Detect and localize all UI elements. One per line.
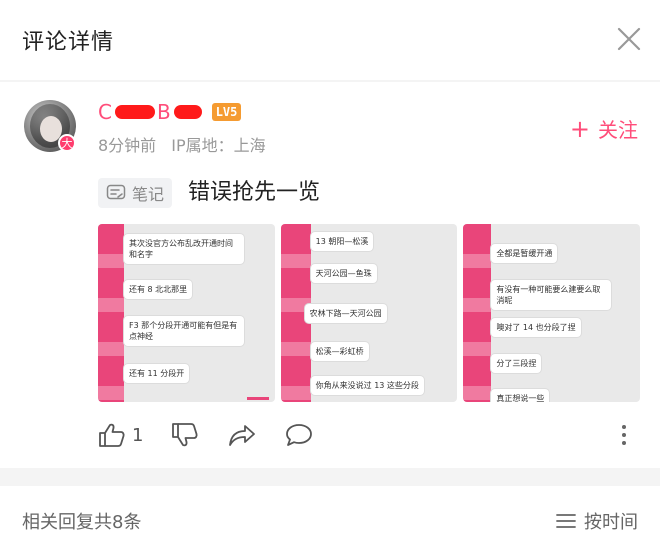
chat-bubble: 天河公园—鱼珠	[310, 264, 377, 283]
reply-footer: 相关回复共8条 按时间	[0, 486, 660, 555]
chat-bubble: F3 那个分段开通可能有但是有点神经	[124, 316, 244, 346]
chat-bubble: 有没有一种可能要么建要么取消呢	[491, 280, 612, 310]
chat-bubble: 农林下路—天河公园	[304, 304, 387, 323]
comment-image-3[interactable]: 全都是暂缓开通 有没有一种可能要么建要么取消呢 噢对了 14 也分段了捏 分了三…	[463, 224, 641, 402]
menu-lines-icon	[556, 513, 576, 528]
share-button[interactable]	[227, 423, 257, 447]
follow-label: 关注	[598, 118, 638, 142]
chat-bubble: 全都是暂缓开通	[491, 244, 558, 263]
avatar-badge: 大	[58, 134, 76, 152]
sort-button[interactable]: 按时间	[556, 508, 638, 534]
username-prefix: C	[98, 100, 113, 124]
comment-meta: 8分钟前 IP属地：上海	[98, 132, 266, 156]
dislike-button[interactable]	[171, 422, 199, 448]
redaction-mark	[173, 105, 202, 119]
page-title: 评论详情	[22, 30, 115, 55]
chat-bubble: 其次没官方公布乱改开通时间和名字	[124, 234, 244, 264]
chat-bubble-icon	[286, 424, 313, 446]
level-badge: LV5	[211, 103, 242, 121]
note-tag-label: 笔记	[132, 185, 165, 204]
comment-image-2[interactable]: 13 朝阳—松溪 天河公园—鱼珠 农林下路—天河公园 松溪—彩虹桥 你角从来没说…	[280, 224, 458, 402]
chat-bubble: 你角从来没说过 13 这些分段	[310, 376, 424, 395]
chat-bubble: 分了三段捏	[491, 354, 542, 373]
thumbs-up-icon	[99, 423, 125, 447]
share-arrow-icon	[229, 425, 256, 446]
action-bar: 1	[98, 420, 640, 450]
header: 评论详情	[0, 0, 660, 80]
note-icon	[106, 184, 126, 200]
comment-time: 8分钟前	[98, 136, 157, 155]
note-tag[interactable]: 笔记	[98, 178, 173, 208]
username[interactable]: C B LV5	[98, 100, 242, 124]
comment-card: C B LV5 8分钟前 IP属地：上海 + 关注 笔记 错误抢先一览 其次没官…	[0, 82, 660, 468]
image-grid: 其次没官方公布乱改开通时间和名字 还有 8 北北那里 F3 那个分段开通可能有但…	[98, 224, 641, 402]
chat-bubble: 还有 11 分段开	[124, 364, 190, 383]
plus-icon: +	[569, 114, 590, 143]
ip-location: IP属地：上海	[171, 136, 266, 155]
chat-bubble: 噢对了 14 也分段了捏	[491, 318, 581, 337]
like-count: 1	[132, 424, 144, 446]
comment-image-1[interactable]: 其次没官方公布乱改开通时间和名字 还有 8 北北那里 F3 那个分段开通可能有但…	[98, 224, 275, 402]
comment-text: 错误抢先一览	[188, 180, 321, 205]
chat-bubble: 还有 8 北北那里	[124, 280, 193, 299]
close-icon[interactable]	[616, 26, 642, 52]
follow-button[interactable]: + 关注	[570, 114, 638, 143]
reply-button[interactable]	[285, 423, 313, 447]
thumbs-down-icon	[172, 423, 198, 447]
username-mid: B	[156, 100, 172, 124]
chat-bubble: 13 朝阳—松溪	[310, 232, 374, 251]
chat-bubble: 松溪—彩虹桥	[310, 342, 369, 361]
more-options-icon[interactable]	[620, 424, 628, 450]
redaction-mark	[114, 105, 155, 119]
sort-label: 按时间	[584, 511, 638, 533]
chat-bubble: 真正想说一些	[491, 389, 550, 402]
like-button[interactable]: 1	[98, 422, 143, 448]
reply-count: 相关回复共8条	[22, 511, 142, 533]
